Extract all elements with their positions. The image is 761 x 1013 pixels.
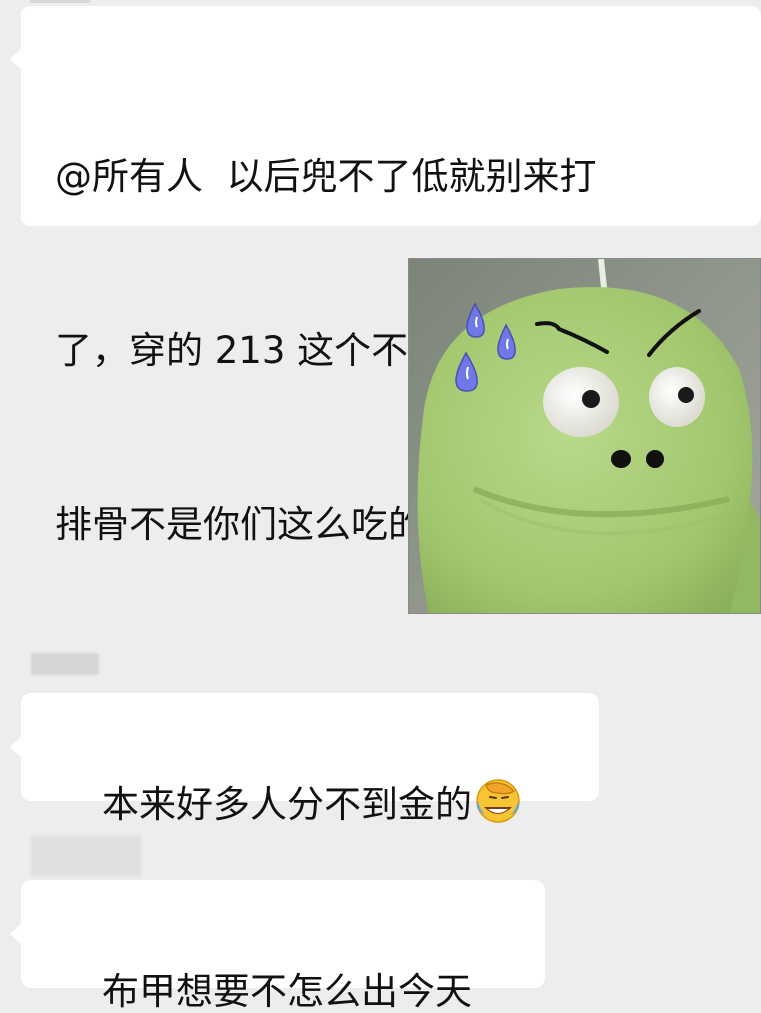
top-sender-name-blurred <box>30 0 90 3</box>
message-1-line-1: @所有人 以后兜不了低就别来打 <box>55 155 597 198</box>
message-bubble-2[interactable]: 本来好多人分不到金的 <box>10 693 599 826</box>
message-bubble-3[interactable]: 布甲想要不怎么出今天 <box>10 880 545 1013</box>
message-3-text: 布甲想要不怎么出今天 <box>102 970 473 1013</box>
message-bubble-1[interactable]: @所有人 以后兜不了低就别来打 了，穿的 213 这个不要那个不要， 排骨不是你… <box>10 6 761 546</box>
sender-name-blurred-3 <box>31 836 141 876</box>
sender-name-blurred-2 <box>31 653 99 675</box>
chat-window: @所有人 以后兜不了低就别来打 了，穿的 213 这个不要那个不要， 排骨不是你… <box>0 0 761 1013</box>
message-2-text: 本来好多人分不到金的 <box>102 783 473 826</box>
sticker-message[interactable] <box>408 258 761 614</box>
green-frog-sweat-sticker-image <box>409 259 760 613</box>
face-with-tears-of-joy-facepalm-icon <box>476 779 520 823</box>
